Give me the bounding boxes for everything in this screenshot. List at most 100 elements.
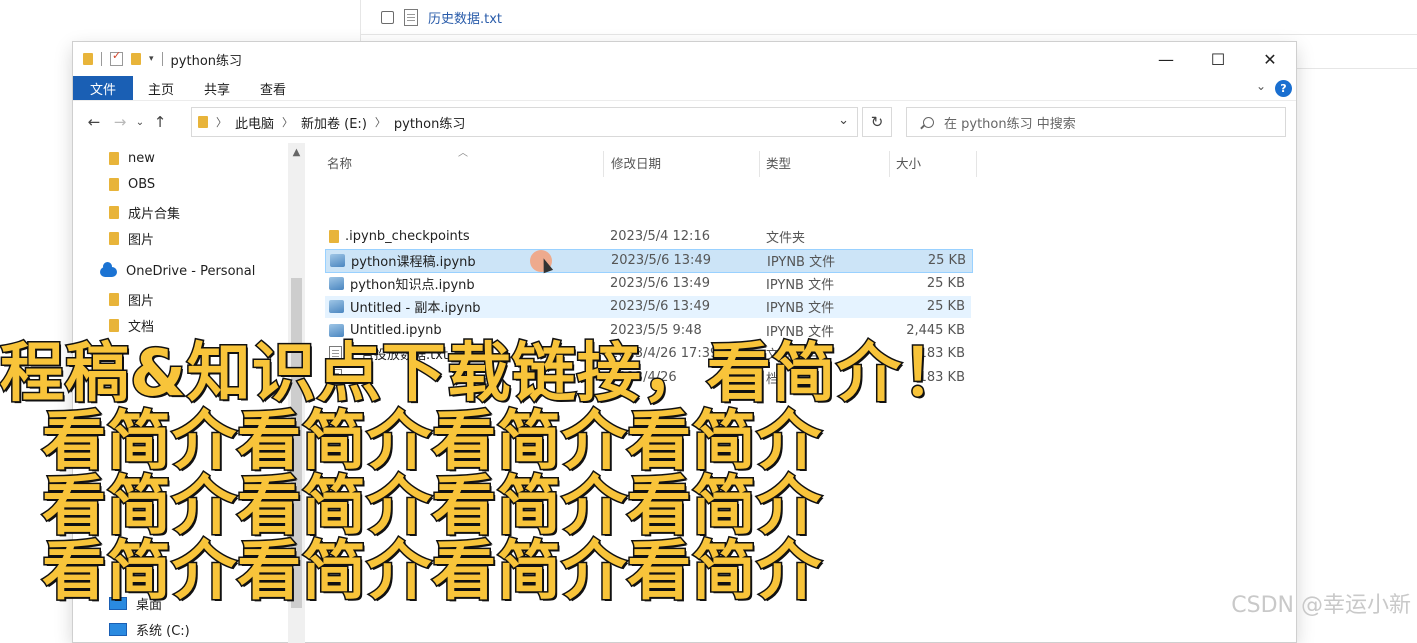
- column-divider[interactable]: [759, 151, 760, 177]
- file-date: 2023/5/6 13:49: [611, 253, 711, 268]
- nav-item-label: 图片: [128, 233, 155, 248]
- file-type: IPYNB 文件: [766, 301, 835, 316]
- column-divider[interactable]: [976, 151, 977, 177]
- column-name[interactable]: 名称: [327, 147, 352, 177]
- nav-item-onedrive[interactable]: OneDrive - Personal: [100, 261, 256, 279]
- chevron-right-icon[interactable]: 〉: [282, 114, 293, 130]
- file-name-cell: python知识点.ipynb: [325, 274, 475, 293]
- column-header: ︿ 名称 修改日期 类型 大小: [319, 147, 979, 177]
- quick-access-toolbar: ▾: [73, 49, 163, 66]
- column-divider[interactable]: [889, 151, 890, 177]
- breadcrumb: 〉 此电脑 〉 新加卷 (E:) 〉 python练习: [216, 113, 465, 132]
- back-arrow-icon[interactable]: ←: [81, 113, 107, 131]
- nav-item-label: 系统 (C:): [136, 624, 190, 639]
- nav-item-label: 成片合集: [128, 207, 181, 222]
- expand-ribbon-icon[interactable]: ⌄: [1256, 79, 1266, 93]
- window-controls: — ☐ ✕: [1140, 42, 1296, 76]
- background-file-row[interactable]: 历史数据.txt: [381, 6, 502, 28]
- file-row[interactable]: python知识点.ipynb 2023/5/6 13:49 IPYNB 文件 25 …: [325, 272, 971, 294]
- folder-icon: [83, 53, 93, 65]
- new-folder-icon[interactable]: [131, 53, 141, 65]
- breadcrumb-this-pc[interactable]: 此电脑: [235, 113, 274, 132]
- address-history-icon[interactable]: ⌄: [838, 113, 849, 128]
- ipynb-icon: [330, 254, 345, 267]
- recent-locations-icon[interactable]: ⌄: [133, 117, 147, 128]
- file-date: 2023/5/6 13:49: [610, 275, 710, 291]
- file-size: 25 KB: [926, 299, 965, 314]
- folder-icon: [109, 152, 119, 165]
- ipynb-icon: [329, 276, 344, 290]
- help-button[interactable]: ?: [1275, 80, 1292, 97]
- ipynb-icon: [329, 300, 344, 313]
- file-name: python课程稿.ipynb: [351, 255, 476, 270]
- background-file-name[interactable]: 历史数据.txt: [428, 8, 502, 27]
- nav-item-label: OBS: [128, 177, 156, 192]
- breadcrumb-folder[interactable]: python练习: [394, 113, 465, 132]
- file-row[interactable]: .ipynb_checkpoints 2023/5/4 12:16 文件夹: [325, 225, 971, 247]
- nav-item[interactable]: 图片: [109, 290, 154, 309]
- nav-item[interactable]: 成片合集: [109, 203, 180, 222]
- close-button[interactable]: ✕: [1244, 42, 1296, 76]
- properties-icon[interactable]: [110, 49, 123, 66]
- overlay-caption-line4: 看简介看简介看简介看简介: [41, 534, 823, 611]
- sort-ascending-icon: ︿: [458, 148, 468, 159]
- minimize-button[interactable]: —: [1140, 42, 1192, 76]
- tab-view[interactable]: 查看: [245, 76, 301, 100]
- column-type[interactable]: 类型: [766, 147, 791, 177]
- file-type: 文件夹: [766, 230, 806, 246]
- window-title: python练习: [170, 53, 243, 69]
- tab-file[interactable]: 文件: [73, 76, 134, 100]
- breadcrumb-drive[interactable]: 新加卷 (E:): [301, 113, 367, 132]
- search-input[interactable]: 在 python练习 中搜索: [906, 107, 1286, 137]
- address-bar[interactable]: 〉 此电脑 〉 新加卷 (E:) 〉 python练习 ⌄: [191, 107, 858, 137]
- nav-item-label: OneDrive - Personal: [126, 264, 256, 279]
- scroll-up-icon[interactable]: ▲: [288, 143, 305, 158]
- file-type: IPYNB 文件: [766, 277, 835, 293]
- file-row[interactable]: python课程稿.ipynb 2023/5/6 13:49 IPYNB 文件 25 …: [325, 248, 973, 273]
- maximize-button[interactable]: ☐: [1192, 42, 1244, 76]
- forward-arrow-icon[interactable]: →: [107, 113, 133, 131]
- column-size[interactable]: 大小: [896, 147, 921, 177]
- chevron-right-icon[interactable]: 〉: [216, 114, 227, 130]
- nav-item-system-drive[interactable]: 系统 (C:): [109, 620, 190, 639]
- folder-icon: [198, 116, 208, 128]
- folder-icon: [109, 206, 119, 219]
- file-row[interactable]: Untitled - 副本.ipynb 2023/5/6 13:49 IPYNB 文…: [325, 295, 971, 318]
- title-bar[interactable]: ▾ python练习 — ☐ ✕: [73, 42, 1296, 76]
- nav-item[interactable]: OBS: [109, 177, 155, 192]
- tab-home[interactable]: 主页: [133, 76, 189, 100]
- file-size: 25 KB: [926, 275, 965, 291]
- nav-item[interactable]: new: [109, 151, 155, 166]
- up-arrow-icon[interactable]: ↑: [147, 113, 173, 131]
- search-placeholder: 在 python练习 中搜索: [944, 116, 1076, 132]
- nav-item-label: new: [128, 151, 155, 166]
- file-name: python知识点.ipynb: [350, 277, 475, 293]
- tab-share[interactable]: 共享: [189, 76, 245, 100]
- folder-icon: [109, 232, 119, 245]
- divider: [361, 34, 1417, 35]
- nav-item-label: 图片: [128, 294, 155, 309]
- onedrive-icon: [100, 261, 117, 277]
- folder-icon: [329, 229, 339, 243]
- text-file-icon: [404, 8, 418, 26]
- refresh-button[interactable]: ↻: [862, 107, 892, 137]
- file-type: IPYNB 文件: [767, 255, 836, 270]
- chevron-right-icon[interactable]: 〉: [375, 114, 386, 130]
- file-name: .ipynb_checkpoints: [345, 228, 470, 244]
- file-name-cell: Untitled - 副本.ipynb: [325, 297, 481, 316]
- ribbon-tabs: 文件 主页 共享 查看 ⌄ ?: [73, 76, 1296, 100]
- folder-icon: [109, 293, 119, 306]
- file-name: Untitled - 副本.ipynb: [350, 301, 481, 316]
- file-date: 2023/5/4 12:16: [610, 228, 710, 244]
- checkbox[interactable]: [381, 10, 394, 24]
- column-divider[interactable]: [603, 151, 604, 177]
- column-date[interactable]: 修改日期: [611, 147, 661, 177]
- file-name-cell: python课程稿.ipynb: [326, 251, 476, 270]
- search-icon: [923, 116, 934, 128]
- nav-item[interactable]: 图片: [109, 229, 154, 248]
- customize-toolbar-icon[interactable]: ▾: [149, 54, 154, 64]
- drive-icon: [109, 623, 127, 636]
- file-size: 25 KB: [927, 253, 966, 268]
- divider: [101, 52, 102, 66]
- file-name-cell: .ipynb_checkpoints: [325, 229, 470, 244]
